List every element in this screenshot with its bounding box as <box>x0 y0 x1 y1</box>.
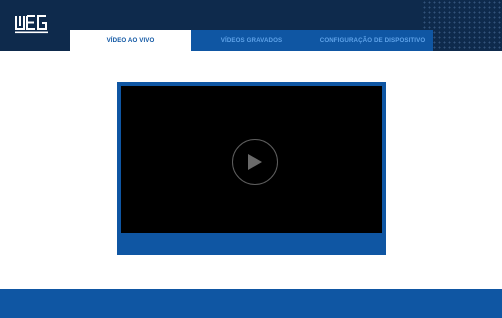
video-player <box>117 82 386 255</box>
play-icon <box>248 154 262 170</box>
tab-bar: VÍDEO AO VIVO VÍDEOS GRAVADOS CONFIGURAÇ… <box>70 30 433 51</box>
footer <box>0 289 502 318</box>
weg-logo <box>15 14 51 34</box>
tab-recorded-videos[interactable]: VÍDEOS GRAVADOS <box>191 30 312 51</box>
page: VÍDEO AO VIVO VÍDEOS GRAVADOS CONFIGURAÇ… <box>0 0 502 318</box>
header-dot-pattern <box>422 0 502 51</box>
video-screen[interactable] <box>121 86 382 233</box>
header: VÍDEO AO VIVO VÍDEOS GRAVADOS CONFIGURAÇ… <box>0 0 502 51</box>
play-button[interactable] <box>232 139 278 185</box>
tab-live-video[interactable]: VÍDEO AO VIVO <box>70 30 191 51</box>
weg-logo-icon <box>15 15 48 34</box>
tab-device-settings[interactable]: CONFIGURAÇÃO DE DISPOSITIVO <box>312 30 433 51</box>
